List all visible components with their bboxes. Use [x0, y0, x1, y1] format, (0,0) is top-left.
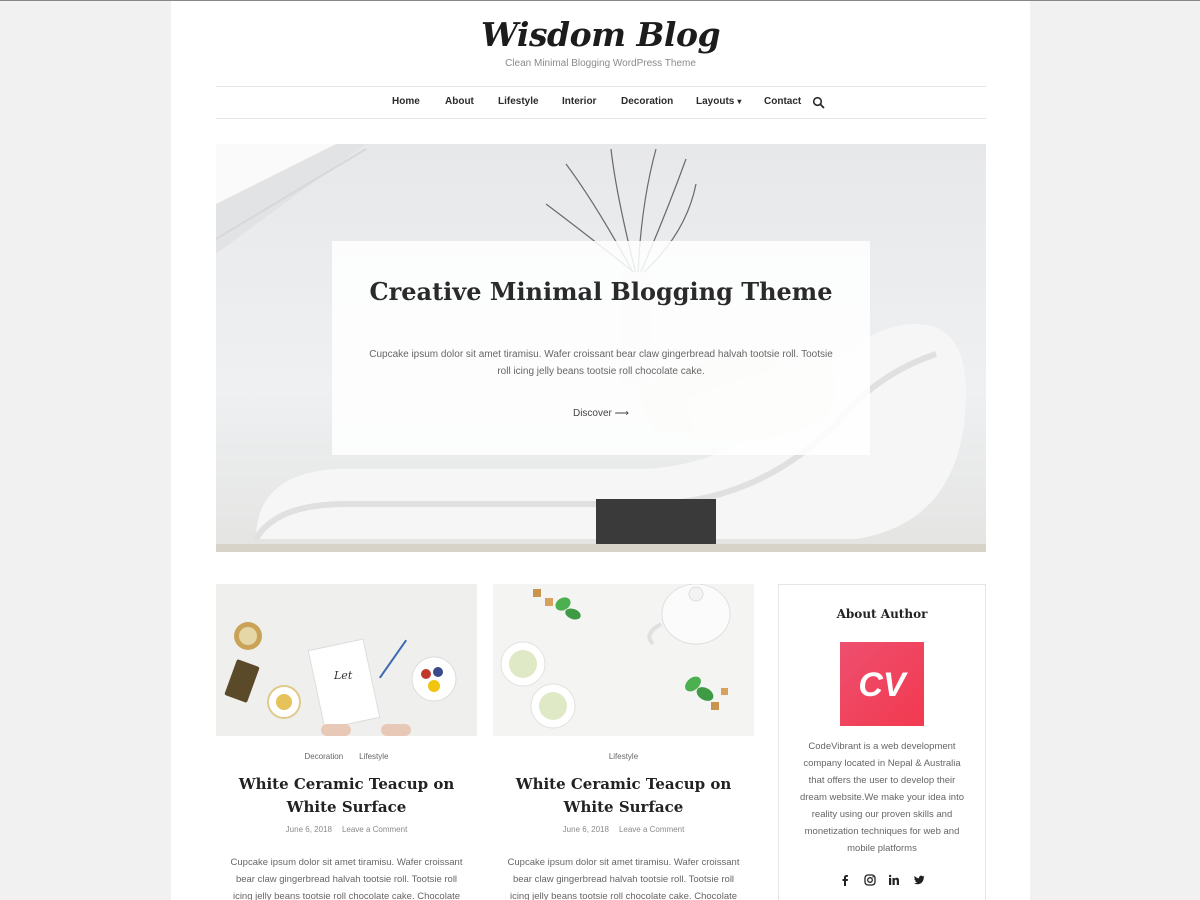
hero-text: Cupcake ipsum dolor sit amet tiramisu. W… [369, 349, 833, 377]
post-excerpt: Cupcake ipsum dolor sit amet tiramisu. W… [507, 857, 740, 900]
post-meta: June 6, 2018 Leave a Comment [216, 825, 477, 834]
nav-item-layouts-label: Layouts [696, 96, 735, 107]
main-nav: Home About Lifestyle Interior Decoration… [216, 86, 986, 119]
search-icon[interactable] [812, 96, 826, 110]
facebook-icon[interactable] [839, 874, 851, 886]
category-link[interactable]: Lifestyle [359, 752, 388, 761]
hero-caption: Creative Minimal Blogging Theme Cupcake … [332, 241, 870, 455]
post-card: Lifestyle White Ceramic Teacup on White … [493, 584, 754, 900]
comments-link[interactable]: Leave a Comment [342, 825, 407, 834]
nav-item-home[interactable]: Home [392, 96, 420, 107]
post-meta: June 6, 2018 Leave a Comment [493, 825, 754, 834]
post-image [493, 584, 754, 736]
post-title[interactable]: White Ceramic Teacup on White Surface [226, 773, 467, 819]
arrow-right-icon: ⟶ [614, 408, 630, 419]
nav-item-about[interactable]: About [445, 96, 474, 107]
social-links [779, 871, 985, 889]
page-container: Wisdom Blog Clean Minimal Blogging WordP… [171, 1, 1030, 900]
hero-slider: Creative Minimal Blogging Theme Cupcake … [216, 144, 986, 552]
post-image: Let [216, 584, 477, 736]
nav-item-layouts[interactable]: Layouts ▾ [696, 96, 741, 107]
logo-text: CV [858, 666, 909, 704]
about-author-widget: About Author CV CodeVibrant is a web dev… [778, 584, 986, 900]
post-date[interactable]: June 6, 2018 [286, 825, 332, 834]
discover-label: Discover [572, 408, 612, 419]
svg-text:Let: Let [333, 669, 353, 682]
hero-title: Creative Minimal Blogging Theme [369, 277, 833, 306]
linkedin-icon[interactable] [888, 874, 900, 886]
post-categories: Decoration Lifestyle [216, 752, 477, 761]
nav-item-interior[interactable]: Interior [562, 96, 596, 107]
category-link[interactable]: Lifestyle [609, 752, 638, 761]
post-excerpt: Cupcake ipsum dolor sit amet tiramisu. W… [230, 857, 463, 900]
site-title[interactable]: Wisdom Blog [171, 15, 1030, 54]
nav-item-lifestyle[interactable]: Lifestyle [498, 96, 539, 107]
instagram-icon[interactable] [864, 874, 876, 886]
post-categories: Lifestyle [493, 752, 754, 761]
post-thumbnail[interactable] [493, 584, 754, 736]
discover-link[interactable]: Discover ⟶ [332, 408, 870, 419]
nav-item-contact[interactable]: Contact [764, 96, 801, 107]
site-tagline: Clean Minimal Blogging WordPress Theme [505, 58, 696, 69]
author-logo: CV [840, 642, 924, 726]
comments-link[interactable]: Leave a Comment [619, 825, 684, 834]
nav-item-decoration[interactable]: Decoration [621, 96, 673, 107]
author-bio: CodeVibrant is a web development company… [799, 741, 965, 854]
chevron-down-icon: ▾ [737, 97, 742, 106]
post-date[interactable]: June 6, 2018 [563, 825, 609, 834]
post-title[interactable]: White Ceramic Teacup on White Surface [503, 773, 744, 819]
widget-title: About Author [836, 607, 928, 621]
post-card: Let Decoration Lifestyle White Ceramic Te… [216, 584, 477, 900]
post-thumbnail[interactable]: Let [216, 584, 477, 736]
twitter-icon[interactable] [913, 874, 925, 886]
category-link[interactable]: Decoration [304, 752, 343, 761]
